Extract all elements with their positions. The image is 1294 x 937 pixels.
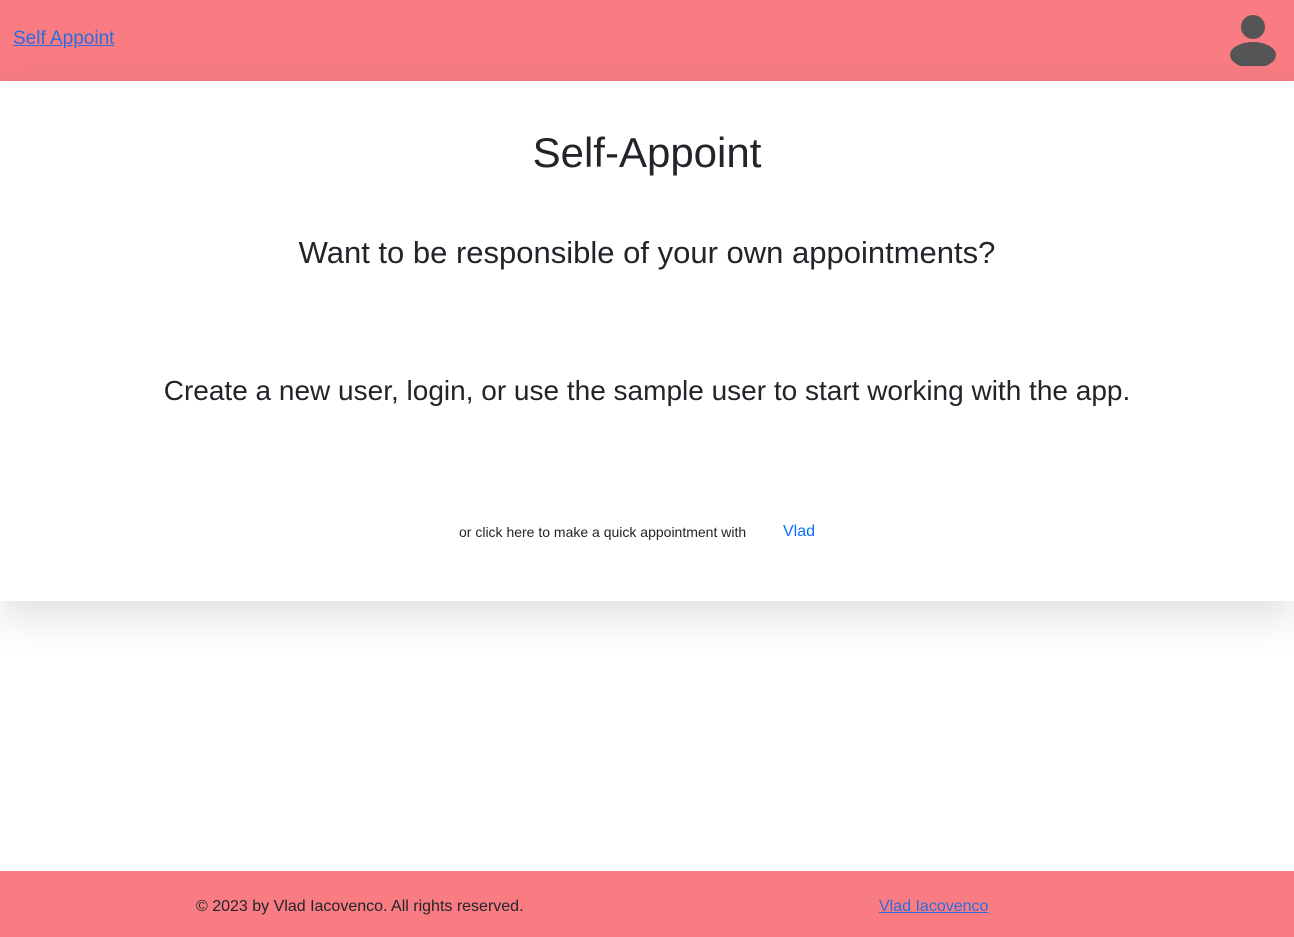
brand-link[interactable]: Self Appoint <box>13 28 114 50</box>
hero-question: Want to be responsible of your own appoi… <box>298 235 996 270</box>
top-navbar: Self Appoint <box>0 0 1294 81</box>
quick-appointment-text: or click here to make a quick appointmen… <box>459 524 747 540</box>
page-footer: © 2023 by Vlad Iacovenco. All rights res… <box>0 871 1294 937</box>
copyright-text: © 2023 by Vlad Iacovenco. All rights res… <box>196 898 524 915</box>
user-avatar-icon[interactable] <box>1230 14 1276 68</box>
hero-instructions: Create a new user, login, or use the sam… <box>163 375 1131 406</box>
author-link[interactable]: Vlad Iacovenco <box>879 898 988 916</box>
quick-appointment-link[interactable]: Vlad <box>783 523 815 541</box>
page-title: Self-Appoint <box>532 129 762 176</box>
hero-card: Self-Appoint Want to be responsible of y… <box>0 81 1294 601</box>
